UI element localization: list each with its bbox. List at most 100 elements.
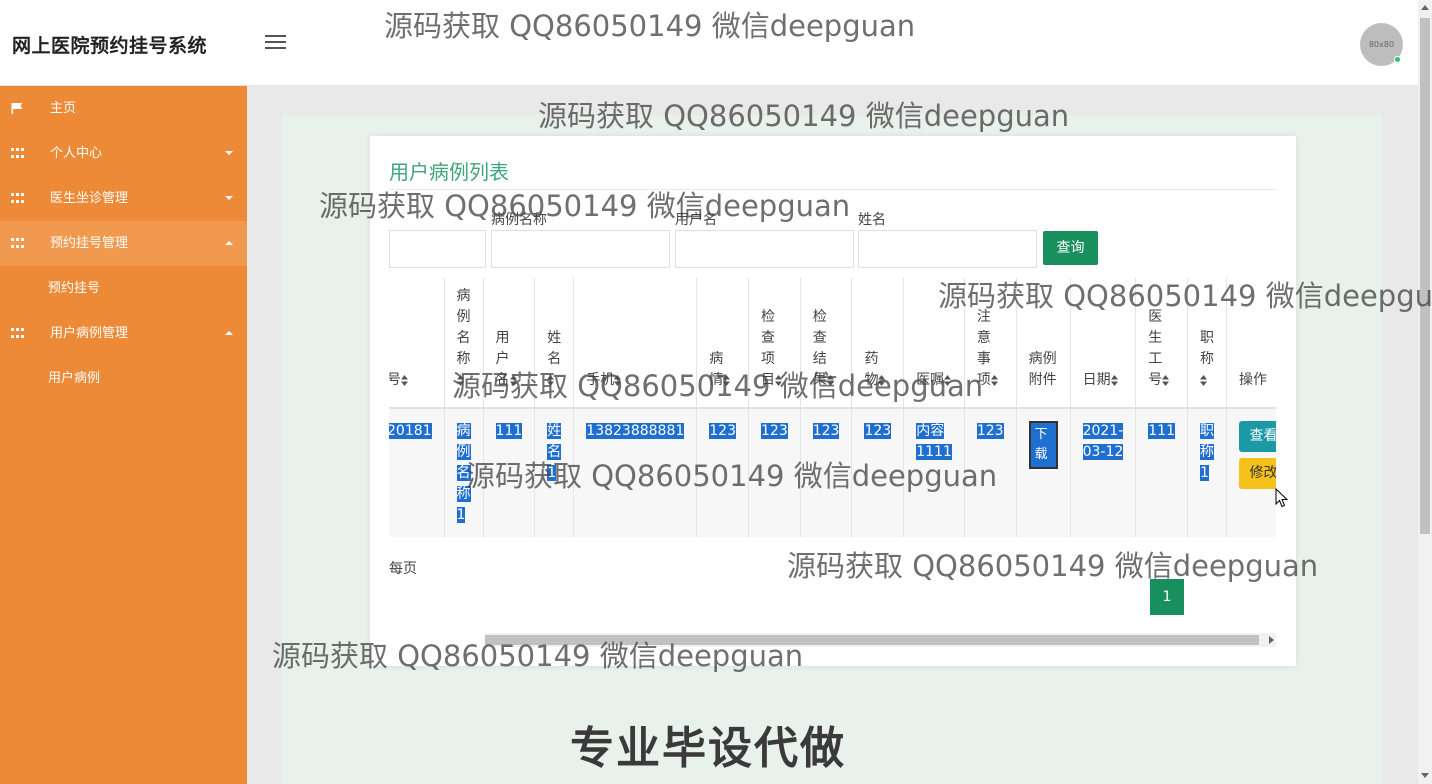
search-input-partial[interactable] <box>389 230 486 268</box>
scroll-down-arrow-icon[interactable] <box>1421 773 1429 778</box>
scrollbar-thumb[interactable] <box>485 635 1259 645</box>
col-header-exam-result[interactable]: 检查结果 <box>799 278 852 409</box>
name-label: 姓名 <box>858 212 886 228</box>
table-row: 20181 病例名称1 111 姓名1 13823888881 123 123 … <box>389 408 1276 537</box>
case-name-label: 病例名称 <box>491 212 547 228</box>
chevron-down-icon <box>225 151 233 155</box>
col-header-actions: 操作 <box>1226 278 1276 409</box>
sidebar-item-personal-center[interactable]: 个人中心 <box>0 131 247 176</box>
sort-icon <box>723 374 731 386</box>
sort-icon <box>775 374 782 386</box>
col-header-notes[interactable]: 注意事项 <box>963 278 1017 409</box>
cell-date: 2021-03-12 <box>1069 408 1136 537</box>
col-header-exam-items[interactable]: 检查项目 <box>748 278 801 409</box>
pagination-page-button[interactable]: 1 <box>1150 579 1184 615</box>
sidebar-item-label: 用户病例管理 <box>50 326 129 341</box>
top-header: 网上医院预约挂号系统 80x80 <box>0 0 1418 86</box>
col-header-attachment: 病例附件 <box>1015 278 1071 409</box>
sidebar-item-label: 个人中心 <box>50 146 103 161</box>
col-header-case-name[interactable]: 病例名称 <box>443 278 484 409</box>
sidebar: 主页 个人中心 医生坐诊管理 预约挂号管理 预约挂号 用户病例管理 用户病例 <box>0 86 247 784</box>
cell-actions: 查看 修改 <box>1226 408 1276 537</box>
sidebar-item-label: 主页 <box>50 101 77 116</box>
case-name-input[interactable] <box>491 230 670 268</box>
cell-id: 20181 <box>389 408 445 537</box>
cell-name: 姓名1 <box>534 408 574 537</box>
sidebar-item-home[interactable]: 主页 <box>0 86 247 131</box>
case-table-container: 号 病例名称 用户名 姓名 手机 病情 检查项目 检查结果 药物 医嘱 注意事项… <box>389 278 1276 537</box>
query-button[interactable]: 查询 <box>1043 231 1098 265</box>
col-header-title[interactable]: 职称 <box>1187 278 1227 409</box>
sidebar-item-label: 预约挂号管理 <box>50 236 129 251</box>
col-header-date[interactable]: 日期 <box>1069 278 1136 409</box>
sidebar-subitem-appointment[interactable]: 预约挂号 <box>0 266 247 311</box>
promo-banner: 专业毕设代做 <box>570 723 846 774</box>
sidebar-item-case-management[interactable]: 用户病例管理 <box>0 311 247 356</box>
case-table: 号 病例名称 用户名 姓名 手机 病情 检查项目 检查结果 药物 医嘱 注意事项… <box>389 278 1276 537</box>
case-list-card: 用户病例列表 病例名称 用户名 姓名 查询 号 病例名称 用户名 姓名 手机 病… <box>370 136 1296 666</box>
app-title: 网上医院预约挂号系统 <box>12 35 208 57</box>
hamburger-menu-icon[interactable] <box>265 35 286 52</box>
col-header-username[interactable]: 用户名 <box>482 278 535 409</box>
cell-exam-result: 123 <box>799 408 852 537</box>
cell-doctor-id: 111 <box>1135 408 1188 537</box>
sort-icon <box>1110 374 1118 386</box>
edit-button[interactable]: 修改 <box>1239 458 1276 489</box>
name-input[interactable] <box>858 230 1037 268</box>
sort-icon <box>878 374 886 386</box>
grid-icon <box>11 238 24 249</box>
scroll-up-arrow-icon[interactable] <box>1421 5 1429 10</box>
sort-icon <box>1162 374 1170 386</box>
grid-icon <box>11 148 24 159</box>
scrollbar-thumb[interactable] <box>1420 18 1430 534</box>
cell-notes: 123 <box>963 408 1017 537</box>
col-header-name[interactable]: 姓名 <box>534 278 574 409</box>
username-input[interactable] <box>675 230 854 268</box>
scroll-right-arrow-icon[interactable] <box>1269 636 1274 644</box>
grid-icon <box>11 193 24 204</box>
cell-case-name: 病例名称1 <box>443 408 484 537</box>
sort-icon <box>509 374 517 386</box>
sidebar-subitem-user-case[interactable]: 用户病例 <box>0 356 247 401</box>
chevron-down-icon <box>225 196 233 200</box>
cell-username: 111 <box>482 408 535 537</box>
cell-phone: 13823888881 <box>573 408 697 537</box>
per-page-label: 每页 <box>389 561 417 577</box>
col-header-phone[interactable]: 手机 <box>573 278 697 409</box>
page-title: 用户病例列表 <box>389 160 509 184</box>
flag-icon <box>11 103 23 114</box>
divider <box>389 189 1276 190</box>
col-header-condition[interactable]: 病情 <box>696 278 749 409</box>
col-header-advice[interactable]: 医嘱 <box>903 278 965 409</box>
sort-icon <box>614 374 622 386</box>
sidebar-item-label: 医生坐诊管理 <box>50 191 129 206</box>
col-header-id[interactable]: 号 <box>389 278 445 409</box>
chevron-up-icon <box>225 241 233 245</box>
cell-title: 职称1 <box>1187 408 1227 537</box>
cell-condition: 123 <box>696 408 749 537</box>
online-status-dot <box>1394 56 1401 63</box>
col-header-doctor-id[interactable]: 医生工号 <box>1135 278 1188 409</box>
sort-icon <box>401 374 408 386</box>
mouse-cursor-icon <box>1275 488 1288 508</box>
sort-icon <box>944 374 952 386</box>
sort-icon <box>1200 374 1207 386</box>
download-button[interactable]: 下载 <box>1028 421 1058 469</box>
sort-icon <box>456 374 464 386</box>
cell-advice: 内容1111 <box>903 408 965 537</box>
cell-exam-items: 123 <box>748 408 801 537</box>
chevron-up-icon <box>225 331 233 335</box>
page-vertical-scrollbar[interactable] <box>1418 0 1432 784</box>
sort-icon <box>547 374 555 386</box>
sidebar-item-doctor-schedule[interactable]: 医生坐诊管理 <box>0 176 247 221</box>
view-button[interactable]: 查看 <box>1239 421 1276 452</box>
col-header-drug[interactable]: 药物 <box>851 278 904 409</box>
cell-drug: 123 <box>851 408 904 537</box>
horizontal-scrollbar[interactable] <box>485 633 1276 647</box>
username-label: 用户名 <box>675 212 717 228</box>
sort-icon <box>826 374 834 386</box>
cell-attachment: 下载 <box>1015 408 1071 537</box>
sort-icon <box>990 374 998 386</box>
grid-icon <box>11 328 24 339</box>
sidebar-item-appointment-management[interactable]: 预约挂号管理 <box>0 221 247 266</box>
